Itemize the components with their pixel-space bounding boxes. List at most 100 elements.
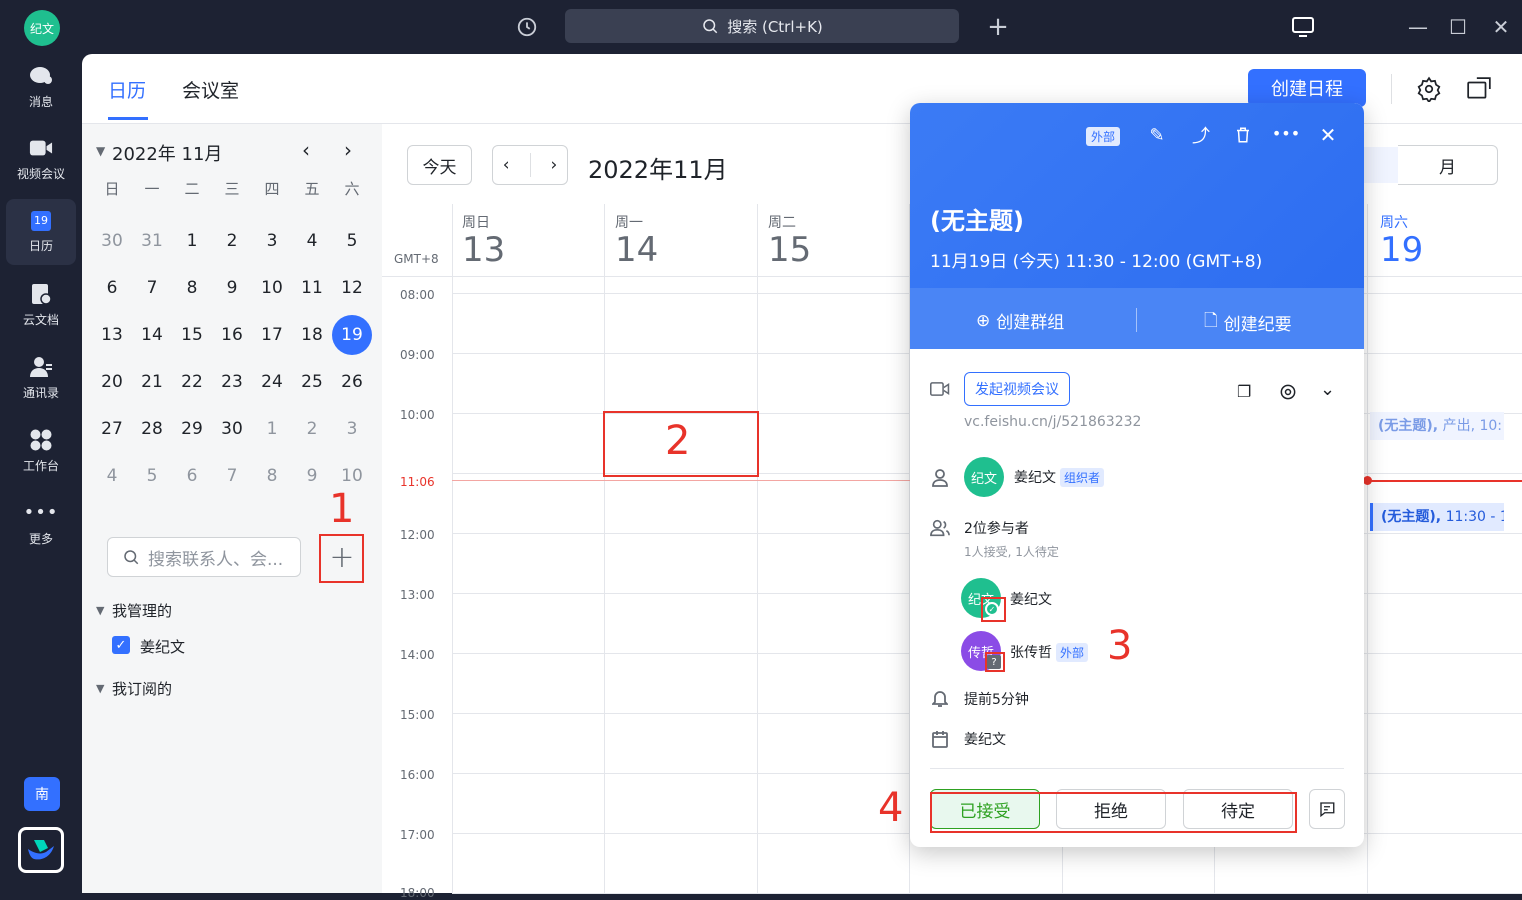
collapse-icon[interactable]: ▼ (96, 144, 105, 158)
mini-calendar-day[interactable]: 8 (252, 456, 292, 496)
history-icon[interactable] (513, 13, 541, 41)
screen-icon[interactable] (1289, 13, 1317, 41)
next-month-icon[interactable]: › (344, 138, 352, 162)
create-group-button[interactable]: ⊕ 创建群组 (976, 308, 1064, 334)
mini-calendar-day[interactable]: 31 (132, 221, 172, 261)
mini-calendar-day[interactable]: 15 (172, 315, 212, 355)
mini-calendar-day[interactable]: 23 (212, 362, 252, 402)
mini-calendar-day[interactable]: 16 (212, 315, 252, 355)
chevron-down-icon[interactable]: ⌄ (1320, 379, 1335, 400)
organizer-name[interactable]: 姜纪文 (1014, 467, 1056, 487)
close-icon[interactable]: ✕ (1316, 123, 1340, 147)
col-tuesday[interactable]: 周二 15 (768, 212, 811, 268)
mini-calendar-day[interactable]: 28 (132, 409, 172, 449)
more-icon[interactable]: ••• (1272, 121, 1300, 145)
checkbox-checked-icon[interactable]: ✓ (112, 636, 130, 654)
mini-calendar-day[interactable]: 14 (132, 315, 172, 355)
meeting-link[interactable]: vc.feishu.cn/j/521863232 (964, 414, 1141, 430)
organizer-avatar[interactable]: 纪文 (964, 457, 1004, 497)
mini-calendar-day[interactable]: 1 (252, 409, 292, 449)
mini-calendar-day[interactable]: 24 (252, 362, 292, 402)
mini-calendar-day[interactable]: 21 (132, 362, 172, 402)
plus-icon[interactable]: + (984, 12, 1012, 42)
mini-calendar-day[interactable]: 17 (252, 315, 292, 355)
create-event-button[interactable]: 创建日程 (1248, 69, 1366, 107)
col-sunday[interactable]: 周日 13 (462, 212, 505, 268)
close-icon[interactable]: ✕ (1487, 13, 1515, 41)
mini-calendar-day[interactable]: 30 (212, 409, 252, 449)
mini-calendar-day[interactable]: 7 (212, 456, 252, 496)
nav-video[interactable]: 视频会议 (6, 126, 76, 192)
mini-calendar-day[interactable]: 4 (292, 221, 332, 261)
collapse-icon[interactable]: ▼ (96, 604, 104, 617)
feishu-logo[interactable] (18, 827, 64, 873)
view-month-button[interactable]: 月 (1398, 145, 1498, 185)
prev-week-icon[interactable]: ‹ (503, 155, 510, 175)
nav-docs[interactable]: 云文档 (6, 272, 76, 338)
nav-contacts[interactable]: 通讯录 (6, 345, 76, 411)
tab-meeting-room[interactable]: 会议室 (182, 76, 239, 103)
mini-calendar-day[interactable]: 7 (132, 268, 172, 308)
col-saturday[interactable]: 周六 19 (1380, 212, 1423, 268)
event-title: (无主题), (1378, 418, 1439, 434)
mini-calendar-day[interactable]: 5 (132, 456, 172, 496)
contact-search-input[interactable]: 搜索联系人、会... (107, 537, 301, 577)
mini-calendar-day[interactable]: 3 (252, 221, 292, 261)
nav-more[interactable]: ••• 更多 (6, 491, 76, 557)
mini-calendar-day[interactable]: 13 (92, 315, 132, 355)
mini-calendar-day[interactable]: 19 (332, 315, 372, 355)
minimize-icon[interactable]: — (1404, 13, 1432, 41)
collapse-icon[interactable]: ▼ (96, 682, 104, 695)
popout-icon[interactable] (1466, 76, 1492, 102)
col-monday[interactable]: 周一 14 (615, 212, 658, 268)
copy-icon[interactable]: ❐ (1237, 382, 1257, 402)
mini-calendar-day[interactable]: 9 (292, 456, 332, 496)
start-video-meeting-button[interactable]: 发起视频会议 (964, 372, 1070, 406)
maximize-icon[interactable]: ☐ (1444, 13, 1472, 41)
time-label: 13:00 (400, 588, 435, 602)
attendee-name[interactable]: 姜纪文 (1010, 589, 1052, 609)
attendee-name[interactable]: 张传哲 (1010, 642, 1052, 662)
mini-calendar-day[interactable]: 6 (172, 456, 212, 496)
mini-calendar-day[interactable]: 27 (92, 409, 132, 449)
mini-calendar-day[interactable]: 18 (292, 315, 332, 355)
next-week-icon[interactable]: › (551, 155, 558, 175)
nav-calendar[interactable]: 19 日历 (6, 199, 76, 265)
user-avatar[interactable]: 纪文 (24, 10, 60, 46)
mini-calendar-day[interactable]: 2 (292, 409, 332, 449)
event-block[interactable]: (无主题), 产出, 10: (1370, 412, 1504, 440)
mini-calendar-day[interactable]: 1 (172, 221, 212, 261)
share-icon[interactable]: ⤴ (1189, 123, 1213, 147)
today-button[interactable]: 今天 (407, 145, 472, 185)
mini-calendar-day[interactable]: 26 (332, 362, 372, 402)
event-block-selected[interactable]: (无主题), 11:30 - 12 (1370, 503, 1504, 531)
create-minutes-button[interactable]: 🗋 创建纪要 (1204, 308, 1292, 337)
settings-icon[interactable] (1416, 76, 1442, 104)
mini-calendar-day[interactable]: 4 (92, 456, 132, 496)
mini-calendar-day[interactable]: 2 (212, 221, 252, 261)
mini-calendar-day[interactable]: 29 (172, 409, 212, 449)
mini-calendar-day[interactable]: 6 (92, 268, 132, 308)
mini-calendar-day[interactable]: 20 (92, 362, 132, 402)
mini-calendar-day[interactable]: 25 (292, 362, 332, 402)
calendar-item[interactable]: 姜纪文 (140, 636, 185, 657)
settings-icon[interactable] (1278, 382, 1298, 402)
mini-calendar-day[interactable]: 12 (332, 268, 372, 308)
mini-calendar-day[interactable]: 3 (332, 409, 372, 449)
mini-calendar-day[interactable]: 30 (92, 221, 132, 261)
edit-icon[interactable]: ✎ (1145, 123, 1169, 147)
mini-calendar-day[interactable]: 5 (332, 221, 372, 261)
mini-calendar-day[interactable]: 22 (172, 362, 212, 402)
mini-calendar-day[interactable]: 10 (252, 268, 292, 308)
mini-calendar-day[interactable]: 11 (292, 268, 332, 308)
delete-icon[interactable] (1231, 123, 1255, 147)
mini-calendar-day[interactable]: 9 (212, 268, 252, 308)
nav-workplace[interactable]: 工作台 (6, 418, 76, 484)
mini-calendar-day[interactable]: 8 (172, 268, 212, 308)
tenant-badge[interactable]: 南 (24, 777, 60, 811)
tab-calendar[interactable]: 日历 (108, 76, 146, 103)
prev-month-icon[interactable]: ‹ (302, 138, 310, 162)
nav-messages[interactable]: 消息 (6, 54, 76, 120)
comment-icon[interactable] (1309, 789, 1345, 829)
global-search[interactable]: 搜索 (Ctrl+K) (565, 9, 959, 43)
